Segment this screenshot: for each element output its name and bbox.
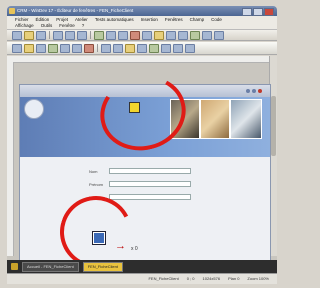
close-icon[interactable] <box>264 8 274 16</box>
coordinate-text: x 0 <box>131 246 138 252</box>
banner-photo <box>230 99 262 139</box>
project-icon[interactable] <box>154 30 164 40</box>
banner-photo <box>200 99 230 139</box>
stop-icon[interactable] <box>130 30 140 40</box>
start-icon[interactable] <box>11 263 18 270</box>
status-item: Zoom 100% <box>247 276 269 281</box>
status-bar: FEN_FicheClient 0 ; 0 1024x576 Plan 0 Zo… <box>7 273 277 284</box>
maximize-icon <box>252 89 256 93</box>
toolbar-controls <box>7 42 277 55</box>
arrow-icon: → <box>115 240 126 252</box>
menu-item[interactable]: Affichage <box>15 23 34 28</box>
list-control-icon[interactable] <box>72 43 82 53</box>
table-control-icon[interactable] <box>84 43 94 53</box>
menu-item[interactable]: Outils <box>41 23 53 28</box>
name-field[interactable] <box>109 168 191 174</box>
toolbar-main <box>7 30 277 41</box>
menu-item[interactable]: Tests automatiques <box>95 17 134 22</box>
email-field[interactable] <box>109 194 191 200</box>
window-icon[interactable] <box>166 30 176 40</box>
status-item: FEN_FicheClient <box>148 276 179 281</box>
menu-item[interactable]: Atelier <box>75 17 88 22</box>
taskbar: Accueil - FEN_FicheClient FEN_FicheClien… <box>7 260 277 273</box>
form-row: Nom <box>89 168 191 174</box>
status-item: 0 ; 0 <box>186 276 195 281</box>
tab-control-icon[interactable] <box>125 43 135 53</box>
minimize-icon <box>246 89 250 93</box>
menu-item[interactable]: Édition <box>36 17 50 22</box>
copy-icon[interactable] <box>65 30 75 40</box>
form-row: Prénom <box>89 181 191 187</box>
help-icon[interactable] <box>214 30 224 40</box>
query-icon[interactable] <box>190 30 200 40</box>
app-icon <box>9 8 15 14</box>
toolbar-separator <box>49 31 50 39</box>
window-title: CRM - WinDev 17 - Éditeur de fenêtres - … <box>17 8 134 13</box>
menu-item[interactable]: ? <box>82 23 85 28</box>
window-controls <box>242 8 274 16</box>
undo-icon[interactable] <box>106 30 116 40</box>
field-label: Prénom <box>89 181 104 187</box>
menu-item[interactable]: Insertion <box>141 17 158 22</box>
field-label: Nom <box>89 168 98 174</box>
web-control-icon[interactable] <box>173 43 183 53</box>
taskbar-item-active[interactable]: FEN_FicheClient <box>82 261 123 272</box>
new-icon[interactable] <box>12 30 22 40</box>
scroll-thumb[interactable] <box>271 96 276 156</box>
status-items: FEN_FicheClient 0 ; 0 1024x576 Plan 0 Zo… <box>148 276 269 281</box>
taskbar-item[interactable]: Accueil - FEN_FicheClient <box>22 261 79 272</box>
minimize-icon[interactable] <box>242 8 252 16</box>
toolbar-separator <box>97 44 98 52</box>
paste-icon[interactable] <box>77 30 87 40</box>
chart-control-icon[interactable] <box>137 43 147 53</box>
menu-item[interactable]: Champ <box>190 17 205 22</box>
image-control-icon[interactable] <box>48 43 58 53</box>
report-icon[interactable] <box>178 30 188 40</box>
logo-icon <box>24 99 44 119</box>
menu-item[interactable]: Fichier <box>15 17 29 22</box>
menu-item[interactable]: Fenêtres <box>165 17 183 22</box>
status-item: 1024x576 <box>202 276 221 281</box>
button-control-icon[interactable] <box>36 43 46 53</box>
menu-row-2: Affichage Outils Fenêtre ? <box>15 23 84 28</box>
menu-item[interactable]: Fenêtre <box>59 23 75 28</box>
screenshot: CRM - WinDev 17 - Éditeur de fenêtres - … <box>0 0 282 288</box>
toolbar-separator <box>90 31 91 39</box>
open-icon[interactable] <box>24 30 34 40</box>
designed-window-controls <box>246 89 262 93</box>
close-icon <box>258 89 262 93</box>
ruler-horizontal <box>7 56 270 63</box>
ruler-vertical <box>7 62 14 256</box>
analysis-icon[interactable] <box>202 30 212 40</box>
tree-control-icon[interactable] <box>149 43 159 53</box>
maximize-icon[interactable] <box>253 8 263 16</box>
more-controls-icon[interactable] <box>185 43 195 53</box>
static-control-icon[interactable] <box>24 43 34 53</box>
save-icon[interactable] <box>36 30 46 40</box>
debug-icon[interactable] <box>142 30 152 40</box>
menu-item[interactable]: Projet <box>56 17 68 22</box>
edit-control-icon[interactable] <box>12 43 22 53</box>
check-control-icon[interactable] <box>101 43 111 53</box>
slider-control-icon[interactable] <box>161 43 171 53</box>
firstname-field[interactable] <box>109 181 191 187</box>
radio-control-icon[interactable] <box>113 43 123 53</box>
cut-icon[interactable] <box>53 30 63 40</box>
app-titlebar: CRM - WinDev 17 - Éditeur de fenêtres - … <box>7 6 277 16</box>
menu-bar: Fichier Édition Projet Atelier Tests aut… <box>7 16 277 30</box>
redo-icon[interactable] <box>118 30 128 40</box>
status-item: Plan 0 <box>228 276 240 281</box>
menu-item[interactable]: Code <box>211 17 222 22</box>
menu-row-1: Fichier Édition Projet Atelier Tests aut… <box>15 17 222 22</box>
go-icon[interactable] <box>94 30 104 40</box>
combo-control-icon[interactable] <box>60 43 70 53</box>
